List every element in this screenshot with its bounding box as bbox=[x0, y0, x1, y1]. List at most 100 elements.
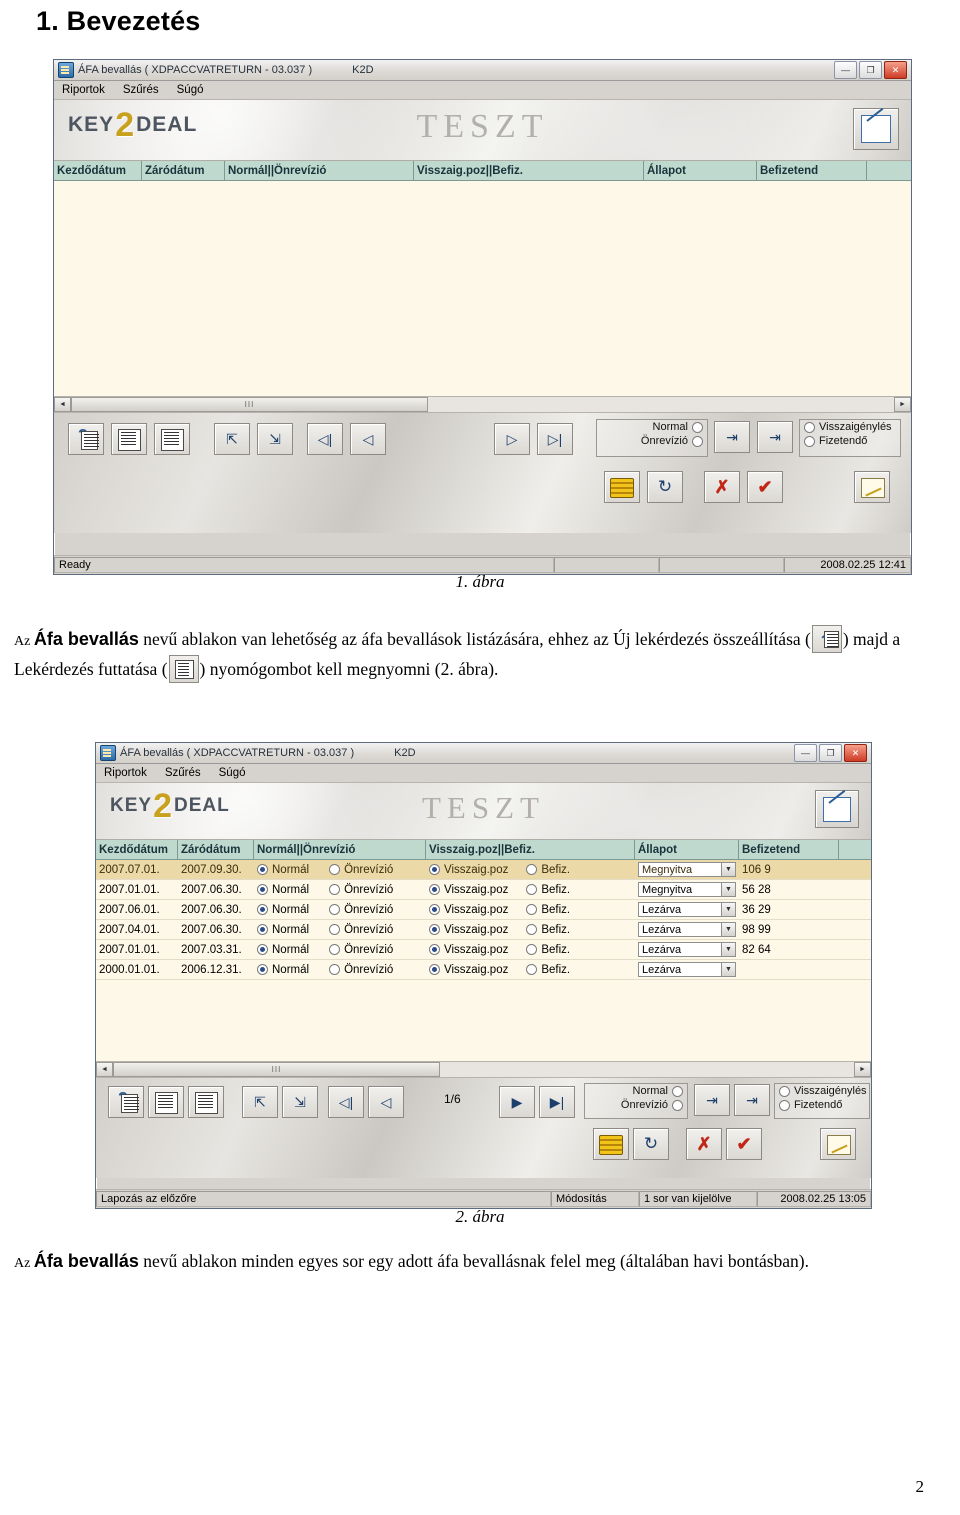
table-row[interactable]: 2000.01.01. 2006.12.31. Normál Önrevízió… bbox=[96, 960, 871, 980]
step-back-button[interactable]: ◁ bbox=[350, 423, 386, 455]
radio-onrevizio[interactable] bbox=[329, 864, 341, 875]
option-visszaigenyles[interactable]: Visszaigénylés bbox=[775, 1084, 869, 1098]
help-query-button[interactable]: ? bbox=[108, 1086, 144, 1118]
radio-onrevizio[interactable] bbox=[692, 435, 703, 447]
export-button[interactable]: ⇥ bbox=[757, 421, 793, 453]
radio-visszaig[interactable] bbox=[429, 884, 440, 895]
chevron-down-icon[interactable]: ▼ bbox=[721, 863, 735, 876]
next-record-button[interactable]: ▷ bbox=[494, 423, 530, 455]
allapot-combobox[interactable]: Megnyitva ▼ bbox=[638, 862, 736, 877]
step-back-button[interactable]: ◁ bbox=[368, 1086, 404, 1118]
radio-normal[interactable] bbox=[692, 421, 703, 433]
first-record-button[interactable]: ⇱ bbox=[214, 423, 250, 455]
allapot-combobox[interactable]: Lezárva ▼ bbox=[638, 922, 736, 937]
menu-item-riportok[interactable]: Riportok bbox=[104, 767, 147, 779]
radio-visszaigenyles[interactable] bbox=[779, 1085, 790, 1097]
edit-query-button[interactable] bbox=[815, 790, 859, 828]
column-header-allapot[interactable]: Állapot bbox=[635, 840, 739, 859]
next-record-button[interactable]: ▶ bbox=[499, 1086, 535, 1118]
minimize-button[interactable]: — bbox=[794, 744, 817, 762]
radio-visszaig[interactable] bbox=[429, 964, 440, 975]
confirm-button[interactable]: ✔ bbox=[726, 1128, 762, 1160]
radio-onrevizio[interactable] bbox=[329, 904, 341, 915]
chevron-down-icon[interactable]: ▼ bbox=[721, 923, 735, 936]
radio-onrevizio[interactable] bbox=[329, 944, 341, 955]
help-query-button[interactable]: ? bbox=[68, 423, 104, 455]
run-query-button[interactable] bbox=[154, 423, 190, 455]
column-header-visszaig-befiz[interactable]: Visszaig.poz||Befiz. bbox=[414, 161, 644, 180]
allapot-combobox[interactable]: Lezárva ▼ bbox=[638, 902, 736, 917]
table-row[interactable]: 2007.01.01. 2007.06.30. Normál Önrevízió… bbox=[96, 880, 871, 900]
radio-normal[interactable] bbox=[672, 1085, 683, 1097]
menu-item-sugo[interactable]: Súgó bbox=[177, 84, 204, 96]
option-onrevizio[interactable]: Önrevízió bbox=[585, 1098, 687, 1112]
option-fizetendo[interactable]: Fizetendő bbox=[800, 434, 900, 448]
import-button[interactable]: ⇥ bbox=[694, 1084, 730, 1116]
radio-befiz[interactable] bbox=[526, 904, 538, 915]
prev-page-button[interactable]: ⇲ bbox=[257, 423, 293, 455]
radio-onrevizio[interactable] bbox=[329, 964, 341, 975]
radio-normal[interactable] bbox=[257, 964, 268, 975]
column-header-kezdodatum[interactable]: Kezdődátum bbox=[54, 161, 142, 180]
menu-item-szures[interactable]: Szűrés bbox=[165, 767, 201, 779]
edit-query-button[interactable] bbox=[853, 108, 899, 150]
option-normal[interactable]: Normal bbox=[597, 420, 707, 434]
column-header-zarodatum[interactable]: Záródátum bbox=[178, 840, 254, 859]
delete-button[interactable]: ✗ bbox=[686, 1128, 722, 1160]
first-record-button[interactable]: ⇱ bbox=[242, 1086, 278, 1118]
radio-normal[interactable] bbox=[257, 904, 268, 915]
chevron-down-icon[interactable]: ▼ bbox=[721, 903, 735, 916]
option-onrevizio[interactable]: Önrevízió bbox=[597, 434, 707, 448]
radio-visszaig[interactable] bbox=[429, 904, 440, 915]
note-button[interactable] bbox=[820, 1128, 856, 1160]
radio-visszaigenyles[interactable] bbox=[804, 421, 815, 433]
prev-record-button[interactable]: ◁| bbox=[328, 1086, 364, 1118]
refresh-button[interactable]: ↻ bbox=[647, 471, 683, 503]
run-query-button[interactable] bbox=[188, 1086, 224, 1118]
radio-fizetendo[interactable] bbox=[779, 1099, 790, 1111]
figure2-horizontal-scrollbar[interactable]: ◄ III ► bbox=[96, 1061, 871, 1078]
menu-item-sugo[interactable]: Súgó bbox=[219, 767, 246, 779]
radio-befiz[interactable] bbox=[526, 944, 538, 955]
radio-befiz[interactable] bbox=[526, 924, 538, 935]
last-record-button[interactable]: ▷| bbox=[537, 423, 573, 455]
radio-onrevizio[interactable] bbox=[329, 884, 341, 895]
radio-befiz[interactable] bbox=[526, 884, 538, 895]
figure1-horizontal-scrollbar[interactable]: ◄ III ► bbox=[54, 396, 911, 413]
figure2-grid-body[interactable]: 2007.07.01. 2007.09.30. Normál Önrevízió… bbox=[96, 860, 871, 1061]
column-header-allapot[interactable]: Állapot bbox=[644, 161, 757, 180]
option-fizetendo[interactable]: Fizetendő bbox=[775, 1098, 869, 1112]
maximize-button[interactable]: ❐ bbox=[819, 744, 842, 762]
allapot-combobox[interactable]: Lezárva ▼ bbox=[638, 962, 736, 977]
confirm-button[interactable]: ✔ bbox=[747, 471, 783, 503]
radio-normal[interactable] bbox=[257, 924, 268, 935]
radio-normal[interactable] bbox=[257, 864, 268, 875]
radio-normal[interactable] bbox=[257, 944, 268, 955]
figure1-grid-body[interactable] bbox=[54, 181, 911, 396]
maximize-button[interactable]: ❐ bbox=[859, 61, 882, 79]
allapot-combobox[interactable]: Megnyitva ▼ bbox=[638, 882, 736, 897]
prev-record-button[interactable]: ◁| bbox=[307, 423, 343, 455]
close-button[interactable]: ✕ bbox=[844, 744, 867, 762]
chevron-down-icon[interactable]: ▼ bbox=[721, 943, 735, 956]
menu-item-szures[interactable]: Szűrés bbox=[123, 84, 159, 96]
radio-fizetendo[interactable] bbox=[804, 435, 815, 447]
column-header-normal-onrevizio[interactable]: Normál||Önrevízió bbox=[254, 840, 426, 859]
table-row[interactable]: 2007.07.01. 2007.09.30. Normál Önrevízió… bbox=[96, 860, 871, 880]
scroll-thumb[interactable]: III bbox=[71, 397, 428, 412]
radio-visszaig[interactable] bbox=[429, 944, 440, 955]
column-header-zarodatum[interactable]: Záródátum bbox=[142, 161, 225, 180]
delete-button[interactable]: ✗ bbox=[704, 471, 740, 503]
money-button[interactable] bbox=[604, 471, 640, 503]
scroll-right-arrow[interactable]: ► bbox=[854, 1062, 871, 1077]
minimize-button[interactable]: — bbox=[834, 61, 857, 79]
column-header-kezdodatum[interactable]: Kezdődátum bbox=[96, 840, 178, 859]
note-button[interactable] bbox=[854, 471, 890, 503]
new-query-button[interactable] bbox=[148, 1086, 184, 1118]
radio-visszaig[interactable] bbox=[429, 924, 440, 935]
new-query-button[interactable] bbox=[111, 423, 147, 455]
scroll-right-arrow[interactable]: ► bbox=[894, 397, 911, 412]
last-record-button[interactable]: ▶| bbox=[539, 1086, 575, 1118]
radio-onrevizio[interactable] bbox=[672, 1099, 683, 1111]
scroll-left-arrow[interactable]: ◄ bbox=[96, 1062, 113, 1077]
